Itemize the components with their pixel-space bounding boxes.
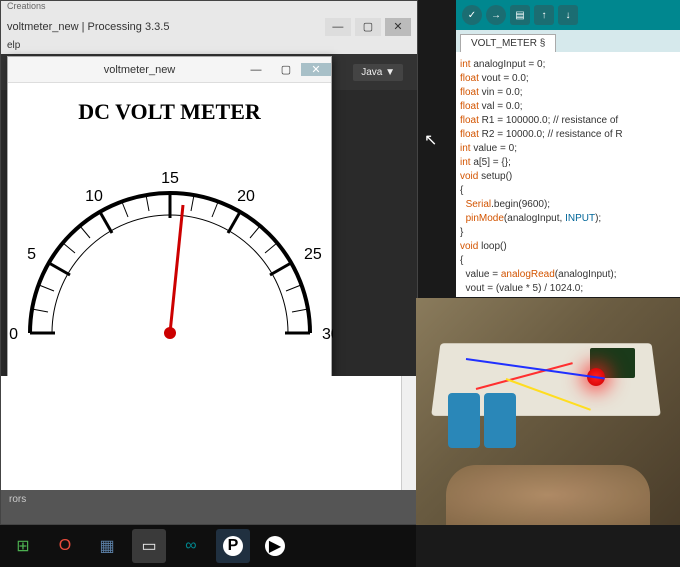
maximize-button[interactable]: ▢ bbox=[355, 18, 381, 36]
needle bbox=[170, 205, 183, 333]
arduino-code-editor[interactable]: int analogInput = 0;float vout = 0.0;flo… bbox=[456, 52, 680, 302]
wire-yellow bbox=[506, 378, 591, 411]
taskbar-start[interactable]: ⊞ bbox=[6, 529, 40, 563]
battery-2 bbox=[484, 393, 516, 448]
sketch-titlebar[interactable]: voltmeter_new — ▢ ✕ bbox=[8, 57, 331, 83]
needle-pivot bbox=[164, 327, 176, 339]
voltmeter-canvas: DC VOLT METER bbox=[8, 83, 331, 377]
taskbar-processing[interactable]: P bbox=[216, 529, 250, 563]
arduino-window: ✓ → ▤ ↑ ↓ VOLT_METER § int analogInput =… bbox=[456, 0, 680, 297]
taskbar-opera[interactable]: O bbox=[48, 529, 82, 563]
mode-selector[interactable]: Java ▼ bbox=[353, 64, 403, 81]
sketch-title: voltmeter_new bbox=[38, 64, 241, 76]
taskbar-explorer[interactable]: ▭ bbox=[132, 529, 166, 563]
minimize-button[interactable]: — bbox=[325, 18, 351, 36]
arduino-tabbar: VOLT_METER § bbox=[456, 30, 680, 52]
upload-button[interactable]: → bbox=[486, 5, 506, 25]
processing-titlebar[interactable]: voltmeter_new | Processing 3.3.5 — ▢ ✕ bbox=[1, 13, 417, 40]
console-tab[interactable]: rors bbox=[1, 490, 417, 524]
meter-title: DC VOLT METER bbox=[8, 99, 331, 125]
taskbar-media[interactable]: ▶ bbox=[258, 529, 292, 563]
taskbar-arduino[interactable]: ∞ bbox=[174, 529, 208, 563]
sketch-window: voltmeter_new — ▢ ✕ DC VOLT METER bbox=[7, 56, 332, 376]
sketch-close[interactable]: ✕ bbox=[301, 63, 331, 76]
taskbar: ⊞O▦▭∞P▶ bbox=[0, 525, 416, 567]
tick-30: 30 bbox=[322, 326, 333, 343]
tick-0: 0 bbox=[9, 326, 18, 343]
meter-gauge: 0 5 10 15 20 25 30 bbox=[8, 133, 333, 373]
sketch-maximize[interactable]: ▢ bbox=[271, 63, 301, 76]
camera-feed bbox=[416, 298, 680, 525]
tick-10: 10 bbox=[85, 188, 103, 205]
hands bbox=[446, 465, 650, 525]
window-title: voltmeter_new | Processing 3.3.5 bbox=[7, 21, 169, 33]
open-button[interactable]: ↑ bbox=[534, 5, 554, 25]
parent-title: Creations bbox=[1, 1, 417, 13]
taskbar-calendar[interactable]: ▦ bbox=[90, 529, 124, 563]
tick-5: 5 bbox=[27, 246, 36, 263]
processing-window: Creations voltmeter_new | Processing 3.3… bbox=[0, 0, 418, 525]
sketch-tab[interactable]: VOLT_METER § bbox=[460, 34, 556, 52]
sketch-minimize[interactable]: — bbox=[241, 64, 271, 76]
new-button[interactable]: ▤ bbox=[510, 5, 530, 25]
window-controls: — ▢ ✕ bbox=[324, 18, 411, 36]
verify-button[interactable]: ✓ bbox=[462, 5, 482, 25]
cursor-icon: ↖ bbox=[424, 130, 437, 150]
tick-25: 25 bbox=[304, 246, 322, 263]
menu-help[interactable]: elp bbox=[1, 40, 417, 54]
tick-20: 20 bbox=[237, 188, 255, 205]
save-button[interactable]: ↓ bbox=[558, 5, 578, 25]
battery-1 bbox=[448, 393, 480, 448]
wire-blue bbox=[466, 358, 605, 379]
arduino-toolbar: ✓ → ▤ ↑ ↓ bbox=[456, 0, 680, 30]
close-button[interactable]: ✕ bbox=[385, 18, 411, 36]
tick-15: 15 bbox=[161, 170, 179, 187]
